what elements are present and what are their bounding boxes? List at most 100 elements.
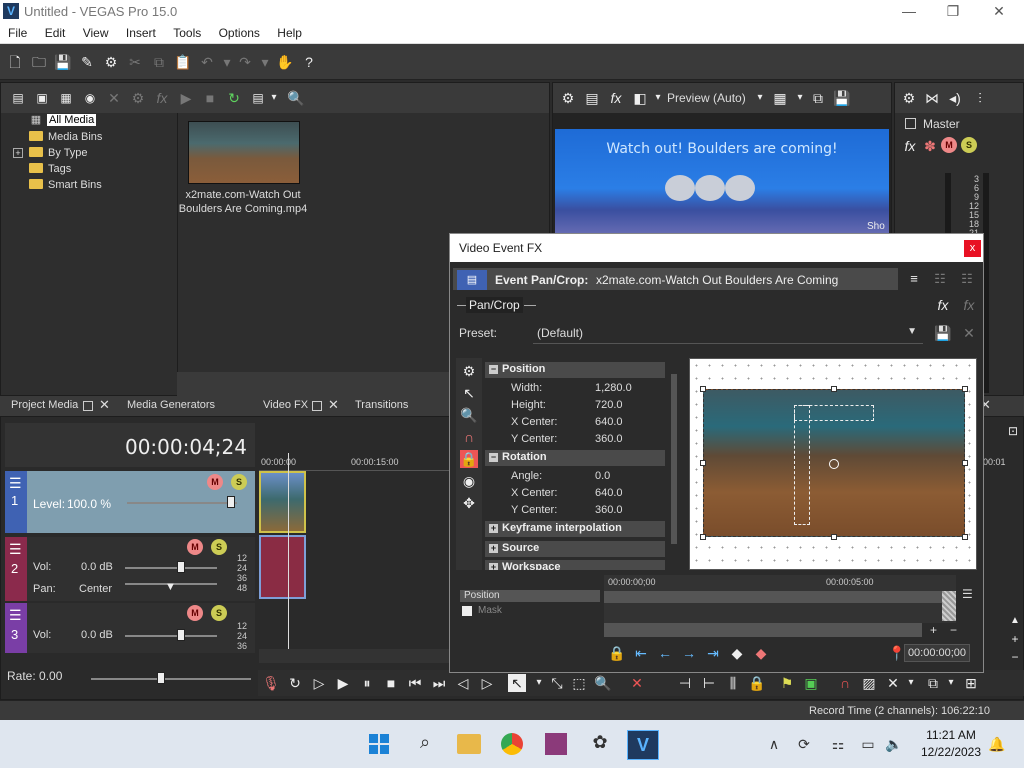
cut-icon[interactable]: ✂	[126, 53, 144, 71]
quality-dropdown-icon[interactable]: ▾	[751, 89, 769, 107]
pause-icon[interactable]: ⏸	[358, 674, 376, 692]
record-icon[interactable]: 🎙	[262, 674, 280, 692]
menu-options[interactable]: Options	[212, 22, 267, 44]
downmix-icon[interactable]: ⋈	[923, 89, 941, 107]
expand-icon[interactable]: +	[489, 563, 498, 570]
keyframe-zoom-in[interactable]: +	[930, 623, 937, 637]
rate-slider-track[interactable]	[91, 678, 251, 680]
normal-edit-tool-icon[interactable]: ↖	[508, 674, 526, 692]
mute-icon[interactable]: M	[187, 605, 203, 621]
playhead-cursor[interactable]	[288, 453, 289, 663]
crop-handle[interactable]	[831, 386, 837, 392]
track-3-header[interactable]: ☰ 3 M S Vol: 0.0 dB 12 24 36	[5, 603, 255, 653]
timeline-ruler[interactable]: 00:00:00 00:00:15:00	[259, 453, 459, 471]
new-file-icon[interactable]: 🗋	[6, 53, 24, 71]
notification-bell-icon[interactable]: 🔔	[988, 735, 1006, 753]
delete-keyframe-icon[interactable]: ◆	[752, 644, 770, 662]
keyframe-scrollbar[interactable]	[604, 623, 922, 637]
properties-scrollbar[interactable]	[671, 374, 677, 544]
track-menu-icon[interactable]: ☰	[9, 607, 22, 624]
solo-icon[interactable]: S	[231, 474, 247, 490]
fx-chain-pan-crop[interactable]: Pan/Crop	[466, 297, 523, 313]
keyframe-track-mask[interactable]: Mask	[460, 605, 600, 617]
maximize-button[interactable]: ❐	[930, 0, 976, 22]
play-preview-icon[interactable]: ▶	[177, 89, 195, 107]
view-detail-icon[interactable]: ☷	[931, 270, 949, 288]
crop-center-handle[interactable]	[829, 459, 839, 469]
tree-all-media[interactable]: ▦ All Media	[29, 114, 97, 126]
section-workspace[interactable]: + Workspace	[485, 560, 665, 570]
menu-insert[interactable]: Insert	[119, 22, 163, 44]
lock-aspect-icon[interactable]: 🔒	[460, 450, 478, 468]
trim-end-icon[interactable]: ⊢	[700, 674, 718, 692]
minimize-button[interactable]: —	[886, 0, 932, 22]
save-snapshot-icon[interactable]: 💾	[833, 89, 851, 107]
whats-this-help-icon[interactable]: ?	[300, 53, 318, 71]
fx-icon[interactable]: fx	[153, 89, 171, 107]
lock-envelopes-icon[interactable]: ⊞	[962, 674, 980, 692]
menu-edit[interactable]: Edit	[38, 22, 73, 44]
tab-maximize-icon[interactable]	[83, 401, 93, 411]
zoom-icon[interactable]: 🔍	[460, 406, 478, 424]
undo-icon[interactable]: ↶	[198, 53, 216, 71]
track-2-header[interactable]: ☰ 2 M S Vol: 0.0 dB Pan: Center ▼ 12 24 …	[5, 537, 255, 601]
menu-help[interactable]: Help	[270, 22, 309, 44]
delete-preset-icon[interactable]: ✕	[960, 324, 978, 342]
tab-maximize-icon[interactable]	[312, 401, 322, 411]
dialog-close-button[interactable]: x	[964, 240, 981, 257]
mixer-view-icon[interactable]: ⫶	[971, 89, 989, 107]
insert-region-icon[interactable]: ▣	[802, 674, 820, 692]
expand-icon[interactable]: +	[489, 544, 498, 553]
volume-slider-track[interactable]	[125, 567, 217, 569]
section-keyframe-interpolation[interactable]: + Keyframe interpolation	[485, 521, 665, 537]
move-freely-icon[interactable]: ✥	[460, 494, 478, 512]
vegas-taskbar-icon[interactable]: V	[627, 730, 659, 760]
preset-dropdown-icon[interactable]: ▼	[907, 326, 917, 337]
start-icon[interactable]	[369, 734, 389, 754]
show-properties-icon[interactable]: ⚙	[460, 362, 478, 380]
view-grid-icon[interactable]: ☷	[958, 270, 976, 288]
copy-icon[interactable]: ⧉	[150, 53, 168, 71]
menu-file[interactable]: File	[0, 22, 34, 44]
scroll-up-icon[interactable]: ▲	[1006, 612, 1024, 630]
volume-icon[interactable]: 🔈	[885, 735, 903, 753]
prop-y-center[interactable]: Y Center: 360.0	[485, 431, 665, 448]
prop-height[interactable]: Height: 720.0	[485, 397, 665, 414]
auto-ripple-icon[interactable]: ▨	[860, 674, 878, 692]
delete-icon[interactable]: ✕	[628, 674, 646, 692]
prop-value[interactable]: 360.0	[595, 504, 623, 516]
zoom-in-icon[interactable]: +	[1006, 630, 1024, 648]
prop-value[interactable]: 1,280.0	[595, 382, 632, 394]
solo-icon[interactable]: S	[211, 605, 227, 621]
master-fx-chain-icon[interactable]: ✽	[921, 137, 939, 155]
tree-tags[interactable]: Tags	[29, 163, 71, 175]
tab-transitions[interactable]: Transitions	[355, 399, 408, 411]
open-folder-icon[interactable]: 🗀	[30, 53, 48, 71]
next-keyframe-icon[interactable]: →	[680, 644, 698, 662]
save-preset-icon[interactable]: 💾	[934, 324, 952, 342]
event-grouping-icon[interactable]: ⧉	[924, 674, 942, 692]
collapse-icon[interactable]: −	[489, 453, 498, 462]
app-icon[interactable]: ✿	[589, 733, 611, 755]
copy-snapshot-icon[interactable]: ⧉	[809, 89, 827, 107]
crop-handle[interactable]	[700, 460, 706, 466]
play-from-start-icon[interactable]: ▷	[310, 674, 328, 692]
get-photos-icon[interactable]: ▦	[57, 89, 75, 107]
tree-smart-bins[interactable]: Smart Bins	[29, 179, 102, 191]
normal-edit-icon[interactable]: ↖	[460, 384, 478, 402]
section-position[interactable]: − Position	[485, 362, 665, 378]
zoom-out-icon[interactable]: −	[1006, 648, 1024, 666]
auto-preview-icon[interactable]: ↻	[225, 89, 243, 107]
first-keyframe-icon[interactable]: ⇤	[632, 644, 650, 662]
split-dropdown-icon[interactable]: ▾	[649, 89, 667, 107]
go-to-start-icon[interactable]: ⏮	[406, 674, 424, 692]
prop-value[interactable]: 640.0	[595, 487, 623, 499]
views-dropdown-icon[interactable]: ▾	[265, 89, 283, 107]
web-icon[interactable]: ◉	[81, 89, 99, 107]
zoom-edit-tool-icon[interactable]: 🔍	[594, 674, 612, 692]
preset-select[interactable]: (Default) ▼	[533, 322, 923, 344]
split-icon[interactable]: ⫼	[724, 674, 742, 692]
video-output-fx-icon[interactable]: fx	[607, 89, 625, 107]
keyframe-menu-icon[interactable]: ☰	[962, 587, 973, 601]
last-keyframe-icon[interactable]: ⇥	[704, 644, 722, 662]
